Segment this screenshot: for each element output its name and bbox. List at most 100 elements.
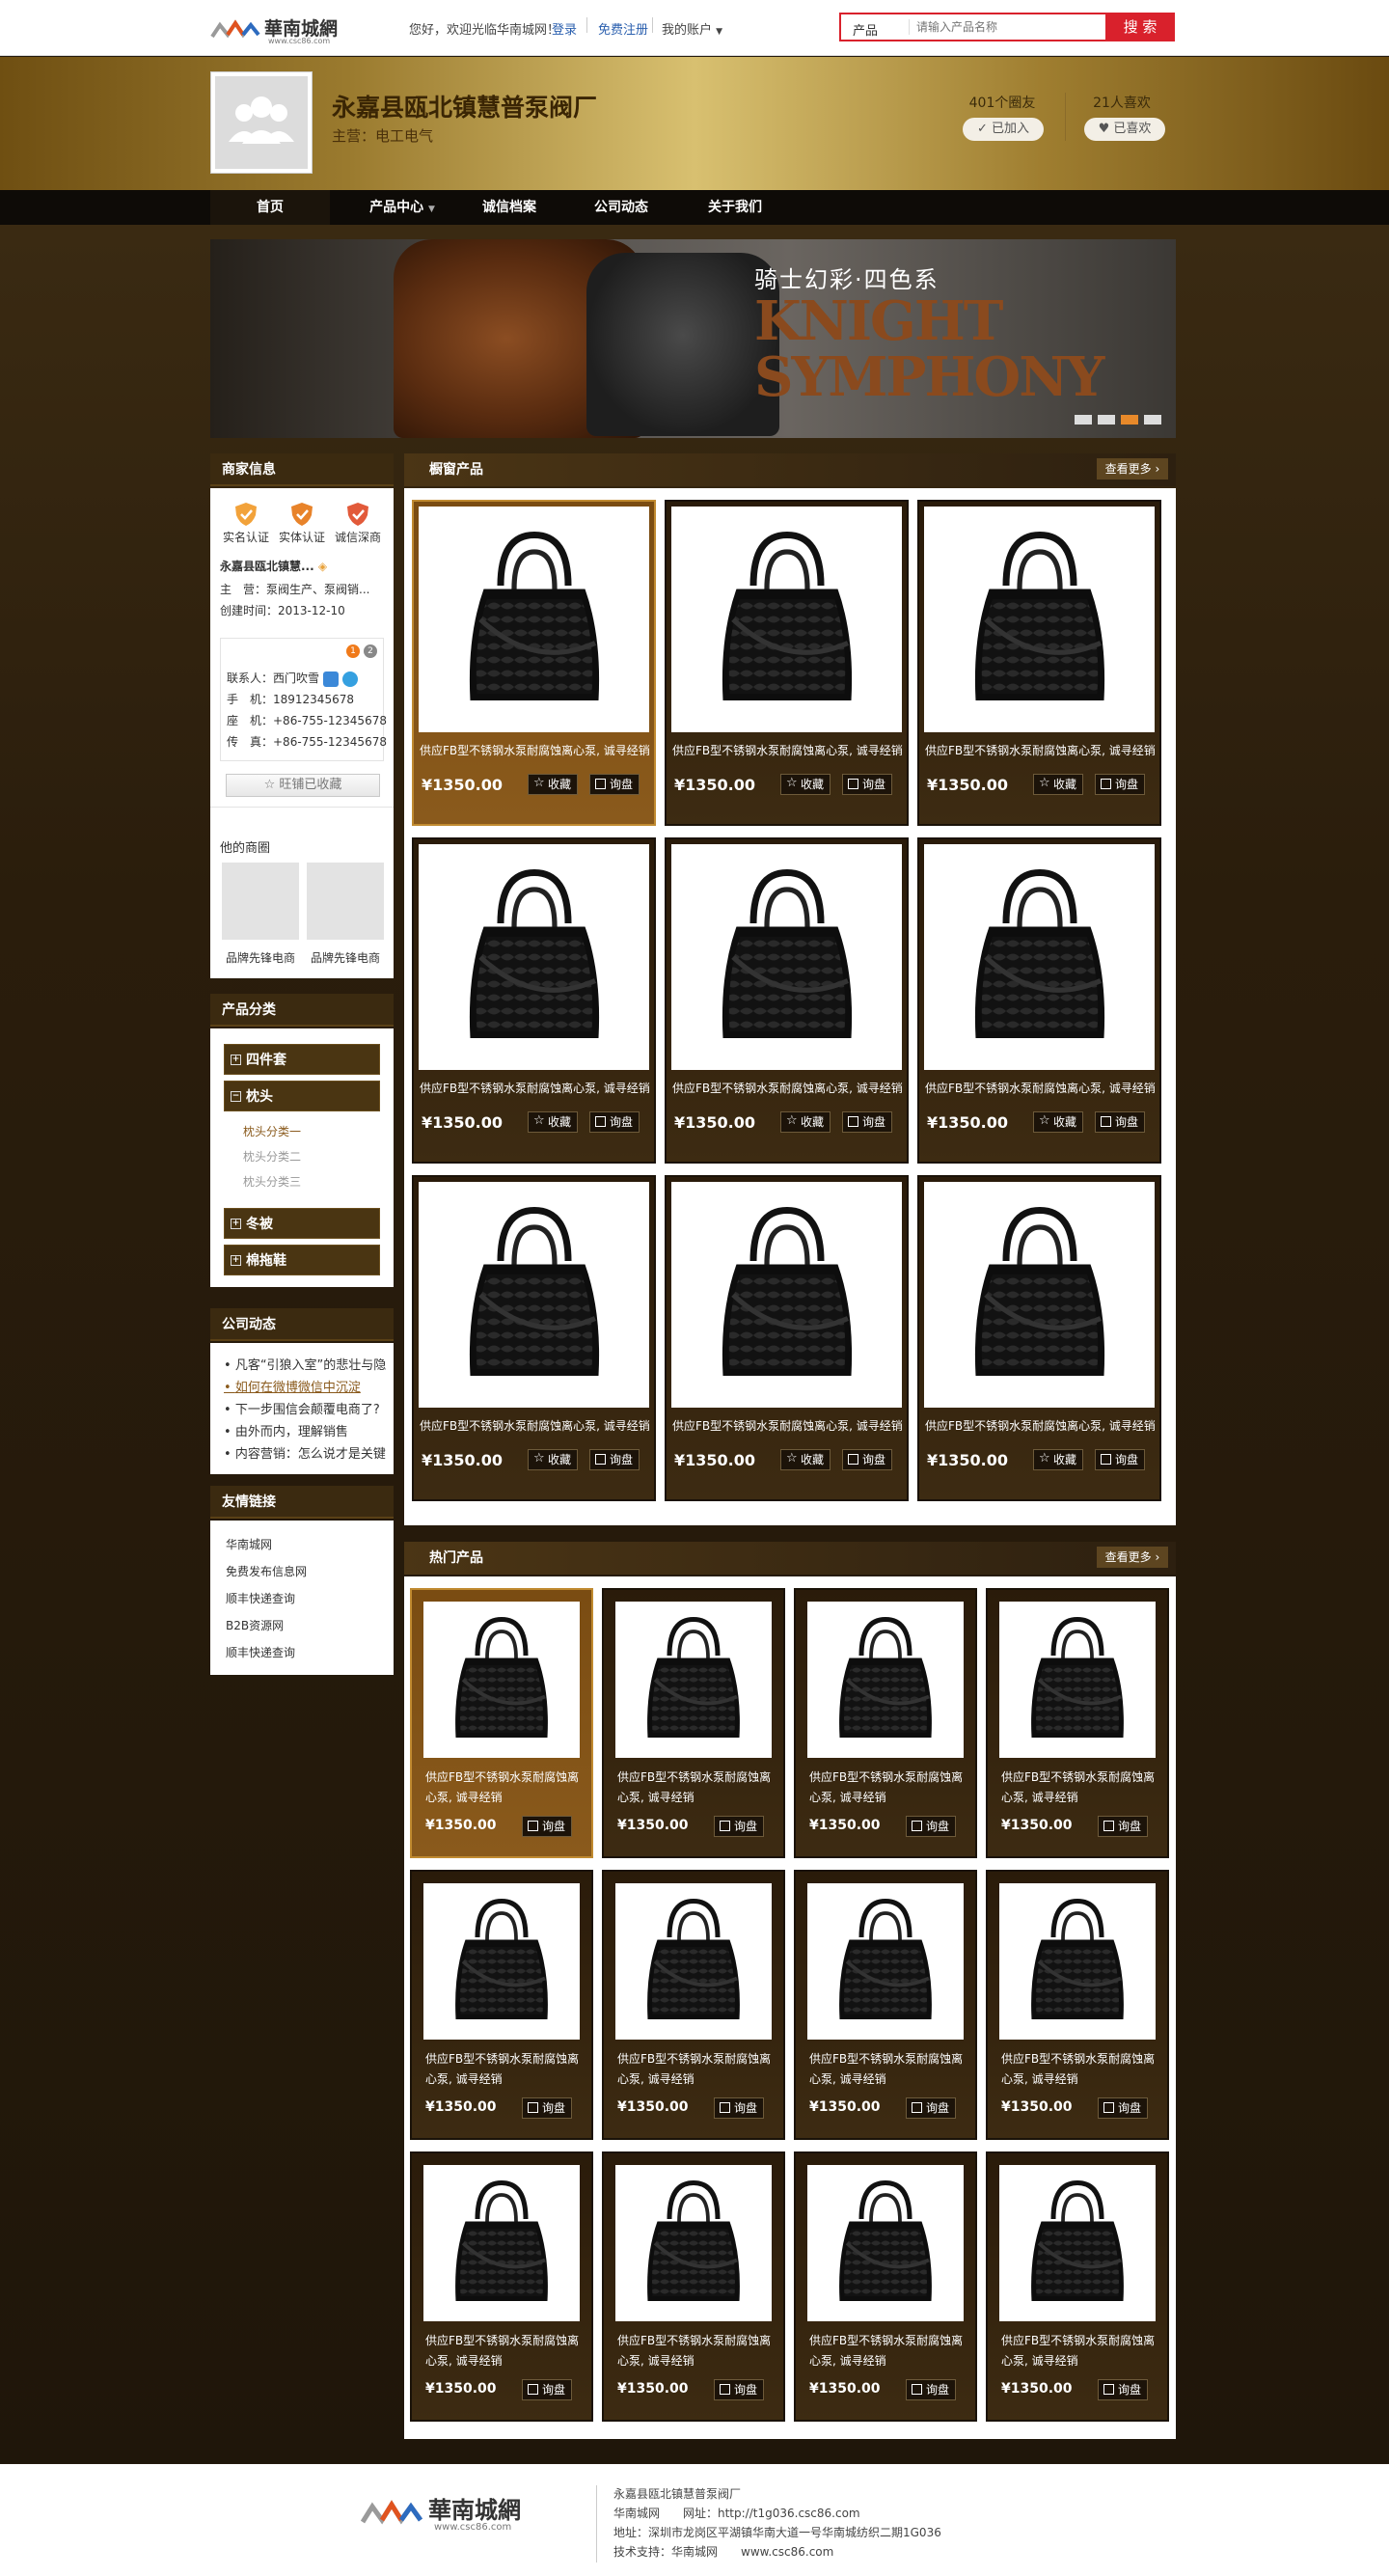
friend-link[interactable]: 免费发布信息网	[226, 1563, 307, 1579]
product-card[interactable]: 供应FB型不锈钢水泵耐腐蚀离心泵, 诚寻经销 ¥1350.00 询盘	[986, 2151, 1169, 2422]
product-image-frame[interactable]	[671, 844, 902, 1070]
product-title[interactable]: 供应FB型不锈钢水泵耐腐蚀离心泵, 诚寻经销	[809, 1768, 967, 1808]
product-card[interactable]: 供应FB型不锈钢水泵耐腐蚀离心泵, 诚寻经销 ¥1350.00 ☆ 收藏 询盘	[412, 500, 656, 826]
news-item[interactable]: • 如何在微博微信中沉淀	[224, 1377, 361, 1395]
shop-thumbnail[interactable]	[307, 863, 384, 940]
product-image-frame[interactable]	[671, 1182, 902, 1408]
liked-button[interactable]: ♥ 已喜欢	[1084, 118, 1165, 141]
nav-credit[interactable]: 诚信档案	[471, 190, 548, 225]
product-card[interactable]: 供应FB型不锈钢水泵耐腐蚀离心泵, 诚寻经销 ¥1350.00 ☆ 收藏 询盘	[412, 837, 656, 1164]
inquire-button[interactable]: 询盘	[714, 2097, 765, 2119]
friend-link[interactable]: 顺丰快递查询	[226, 1590, 295, 1606]
product-card[interactable]: 供应FB型不锈钢水泵耐腐蚀离心泵, 诚寻经销 ¥1350.00 询盘	[410, 2151, 593, 2422]
product-image-frame[interactable]	[924, 507, 1155, 732]
product-card[interactable]: 供应FB型不锈钢水泵耐腐蚀离心泵, 诚寻经销 ¥1350.00 询盘	[410, 1588, 593, 1858]
product-title[interactable]: 供应FB型不锈钢水泵耐腐蚀离心泵, 诚寻经销	[425, 1768, 584, 1808]
search-input[interactable]	[916, 16, 1100, 38]
collect-button[interactable]: ☆ 收藏	[1033, 774, 1084, 795]
product-title[interactable]: 供应FB型不锈钢水泵耐腐蚀离心泵, 诚寻经销	[925, 741, 1157, 761]
product-card[interactable]: 供应FB型不锈钢水泵耐腐蚀离心泵, 诚寻经销 ¥1350.00 ☆ 收藏 询盘	[665, 1175, 909, 1501]
product-image-frame[interactable]	[423, 2165, 580, 2321]
inquire-button[interactable]: 询盘	[522, 1816, 573, 1837]
joined-button[interactable]: ✓ 已加入	[963, 118, 1044, 141]
product-title[interactable]: 供应FB型不锈钢水泵耐腐蚀离心泵, 诚寻经销	[420, 741, 651, 761]
shop-thumbnail-caption[interactable]: 品牌先锋电商	[222, 949, 299, 966]
inquire-button[interactable]: 询盘	[906, 2097, 957, 2119]
product-image-frame[interactable]	[419, 1182, 649, 1408]
inquire-button[interactable]: 询盘	[714, 1816, 765, 1837]
product-card[interactable]: 供应FB型不锈钢水泵耐腐蚀离心泵, 诚寻经销 ¥1350.00 ☆ 收藏 询盘	[917, 500, 1161, 826]
inquire-button[interactable]: 询盘	[842, 1449, 893, 1470]
product-image-frame[interactable]	[423, 1883, 580, 2040]
inquire-button[interactable]: 询盘	[522, 2379, 573, 2400]
collect-button[interactable]: ☆ 收藏	[1033, 1449, 1084, 1470]
product-card[interactable]: 供应FB型不锈钢水泵耐腐蚀离心泵, 诚寻经销 ¥1350.00 ☆ 收藏 询盘	[665, 500, 909, 826]
collect-button[interactable]: ☆ 收藏	[528, 774, 579, 795]
inquire-button[interactable]: 询盘	[522, 2097, 573, 2119]
news-item[interactable]: • 凡客“引狼入室”的悲壮与隐	[224, 1355, 386, 1373]
register-link[interactable]: 免费注册	[598, 19, 648, 38]
shop-favorite-button[interactable]: ☆ 旺铺已收藏	[226, 774, 380, 797]
inquire-button[interactable]: 询盘	[1095, 1449, 1146, 1470]
slide-dot[interactable]	[1144, 415, 1161, 425]
product-image-frame[interactable]	[419, 507, 649, 732]
product-card[interactable]: 供应FB型不锈钢水泵耐腐蚀离心泵, 诚寻经销 ¥1350.00 询盘	[794, 2151, 977, 2422]
product-title[interactable]: 供应FB型不锈钢水泵耐腐蚀离心泵, 诚寻经销	[617, 1768, 776, 1808]
friend-link[interactable]: 华南城网	[226, 1536, 272, 1552]
inquire-button[interactable]: 询盘	[589, 774, 640, 795]
product-image-frame[interactable]	[615, 1602, 772, 1758]
product-card[interactable]: 供应FB型不锈钢水泵耐腐蚀离心泵, 诚寻经销 ¥1350.00 ☆ 收藏 询盘	[917, 837, 1161, 1164]
product-image-frame[interactable]	[615, 1883, 772, 2040]
product-card[interactable]: 供应FB型不锈钢水泵耐腐蚀离心泵, 诚寻经销 ¥1350.00 询盘	[794, 1870, 977, 2140]
inquire-button[interactable]: 询盘	[1095, 1111, 1146, 1133]
product-card[interactable]: 供应FB型不锈钢水泵耐腐蚀离心泵, 诚寻经销 ¥1350.00 询盘	[410, 1870, 593, 2140]
product-card[interactable]: 供应FB型不锈钢水泵耐腐蚀离心泵, 诚寻经销 ¥1350.00 询盘	[602, 1870, 785, 2140]
product-image-frame[interactable]	[671, 507, 902, 732]
product-title[interactable]: 供应FB型不锈钢水泵耐腐蚀离心泵, 诚寻经销	[1001, 1768, 1159, 1808]
news-item[interactable]: • 下一步围信会颠覆电商了?	[224, 1399, 380, 1417]
inquire-button[interactable]: 询盘	[589, 1111, 640, 1133]
product-image-frame[interactable]	[807, 1883, 964, 2040]
my-account-menu[interactable]: 我的账户 ▼	[662, 19, 722, 38]
inquire-button[interactable]: 询盘	[1098, 2097, 1149, 2119]
product-image-frame[interactable]	[615, 2165, 772, 2321]
nav-news[interactable]: 公司动态	[583, 190, 660, 225]
product-card[interactable]: 供应FB型不锈钢水泵耐腐蚀离心泵, 诚寻经销 ¥1350.00 询盘	[794, 1588, 977, 1858]
product-title[interactable]: 供应FB型不锈钢水泵耐腐蚀离心泵, 诚寻经销	[672, 1416, 904, 1437]
product-image-frame[interactable]	[423, 1602, 580, 1758]
product-card[interactable]: 供应FB型不锈钢水泵耐腐蚀离心泵, 诚寻经销 ¥1350.00 询盘	[986, 1870, 1169, 2140]
product-image-frame[interactable]	[807, 1602, 964, 1758]
product-title[interactable]: 供应FB型不锈钢水泵耐腐蚀离心泵, 诚寻经销	[1001, 2049, 1159, 2090]
inquire-button[interactable]: 询盘	[589, 1449, 640, 1470]
site-logo[interactable]: 華南城網 www.csc86.com	[210, 12, 384, 44]
nav-about[interactable]: 关于我们	[696, 190, 774, 225]
product-title[interactable]: 供应FB型不锈钢水泵耐腐蚀离心泵, 诚寻经销	[617, 2049, 776, 2090]
subcategory-item[interactable]: 枕头分类二	[243, 1148, 301, 1165]
inquire-button[interactable]: 询盘	[1095, 774, 1146, 795]
product-card[interactable]: 供应FB型不锈钢水泵耐腐蚀离心泵, 诚寻经销 ¥1350.00 ☆ 收藏 询盘	[412, 1175, 656, 1501]
product-title[interactable]: 供应FB型不锈钢水泵耐腐蚀离心泵, 诚寻经销	[425, 2331, 584, 2371]
nav-home[interactable]: 首页	[210, 190, 330, 225]
product-title[interactable]: 供应FB型不锈钢水泵耐腐蚀离心泵, 诚寻经销	[672, 1079, 904, 1099]
collect-button[interactable]: ☆ 收藏	[1033, 1111, 1084, 1133]
category-item[interactable]: + 四件套	[224, 1044, 380, 1075]
collect-button[interactable]: ☆ 收藏	[528, 1449, 579, 1470]
qq-icon[interactable]	[322, 671, 339, 687]
subcategory-item[interactable]: 枕头分类三	[243, 1173, 301, 1190]
product-title[interactable]: 供应FB型不锈钢水泵耐腐蚀离心泵, 诚寻经销	[925, 1079, 1157, 1099]
product-title[interactable]: 供应FB型不锈钢水泵耐腐蚀离心泵, 诚寻经销	[809, 2331, 967, 2371]
view-more-button[interactable]: 查看更多 ›	[1097, 458, 1168, 480]
inquire-button[interactable]: 询盘	[1098, 2379, 1149, 2400]
search-button[interactable]: 搜 索	[1105, 13, 1175, 41]
inquire-button[interactable]: 询盘	[906, 1816, 957, 1837]
product-image-frame[interactable]	[807, 2165, 964, 2321]
nav-products[interactable]: 产品中心 ▼	[359, 190, 446, 225]
collect-button[interactable]: ☆ 收藏	[528, 1111, 579, 1133]
slide-dot[interactable]	[1098, 415, 1115, 425]
product-image-frame[interactable]	[924, 1182, 1155, 1408]
product-title[interactable]: 供应FB型不锈钢水泵耐腐蚀离心泵, 诚寻经销	[1001, 2331, 1159, 2371]
view-more-button[interactable]: 查看更多 ›	[1097, 1547, 1168, 1568]
slide-dot[interactable]	[1075, 415, 1092, 425]
login-link[interactable]: 登录	[552, 19, 577, 38]
product-image-frame[interactable]	[419, 844, 649, 1070]
